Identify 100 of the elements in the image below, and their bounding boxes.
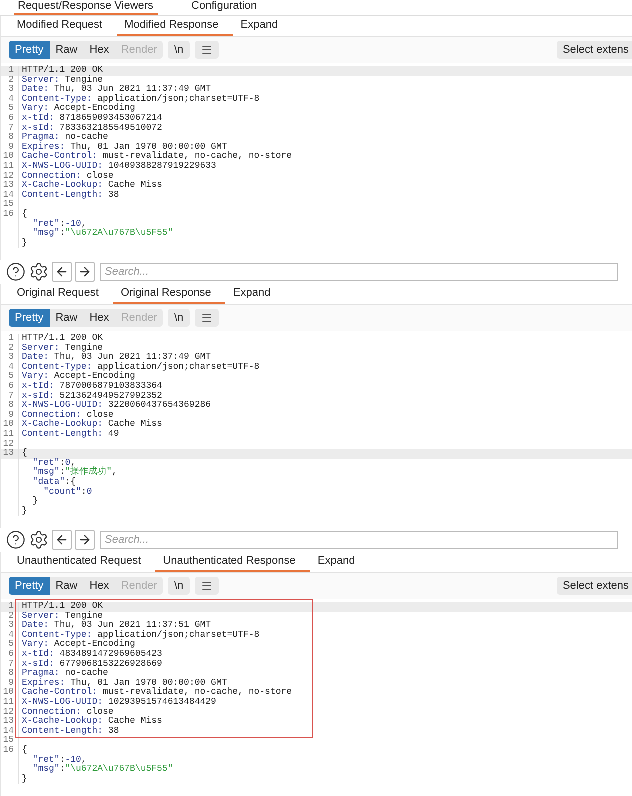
tab[interactable]: Configuration bbox=[188, 0, 261, 15]
code-line: } bbox=[21, 506, 28, 516]
tab[interactable]: Modified Request bbox=[9, 16, 117, 36]
line-number: 10 bbox=[1, 152, 19, 162]
back-button[interactable] bbox=[52, 262, 72, 282]
code-line: "ret":-10, bbox=[32, 756, 87, 764]
help-icon[interactable] bbox=[6, 530, 26, 550]
line-number: 14 bbox=[1, 726, 19, 736]
settings-icon[interactable] bbox=[29, 262, 49, 282]
line-number: 13 bbox=[1, 449, 19, 459]
line-number: 11 bbox=[1, 162, 19, 172]
line-number: 12 bbox=[1, 708, 19, 718]
code-line: } bbox=[32, 497, 38, 507]
forward-button[interactable] bbox=[75, 530, 95, 550]
line-number: 11 bbox=[1, 698, 19, 708]
code-line: X-NWS-LOG-UUID: 10409388287919229633 bbox=[21, 162, 216, 172]
view-mode-button[interactable]: Raw bbox=[50, 309, 84, 327]
code-line: x-tId: 4834891472969605423 bbox=[21, 650, 162, 660]
line-number: 1 bbox=[1, 334, 19, 344]
menu-button[interactable] bbox=[194, 41, 219, 59]
line-number: 4 bbox=[1, 630, 19, 640]
code-line: Vary: Accept-Encoding bbox=[21, 640, 136, 650]
select-extension-button[interactable]: Select extens bbox=[556, 577, 632, 595]
newline-toggle-button[interactable]: \n bbox=[168, 577, 190, 595]
line-number: 14 bbox=[1, 190, 19, 200]
view-mode-button[interactable]: Raw bbox=[50, 41, 84, 59]
code-line: "msg":"\u672A\u767B\u5F55" bbox=[32, 229, 174, 239]
line-number: 15 bbox=[1, 736, 19, 746]
code-line: { bbox=[21, 449, 28, 459]
view-mode-button[interactable]: Pretty bbox=[9, 41, 50, 59]
code-line: X-NWS-LOG-UUID: 3220060437654369286 bbox=[21, 401, 212, 410]
line-number: 8 bbox=[1, 669, 19, 679]
code-line: x-sId: 5213624949527992352 bbox=[21, 392, 162, 401]
line-number: 1 bbox=[1, 602, 19, 612]
view-mode-button[interactable]: Hex bbox=[84, 41, 116, 59]
menu-icon bbox=[200, 580, 213, 592]
view-mode-button[interactable]: Raw bbox=[50, 577, 84, 595]
view-mode-button[interactable]: Pretty bbox=[9, 577, 50, 595]
code-line: Date: Thu, 03 Jun 2021 11:37:49 GMT bbox=[21, 353, 212, 362]
code-line: Content-Type: application/json;charset=UTF-8 bbox=[21, 630, 260, 640]
code-line: x-sId: 6779068153226928669 bbox=[21, 660, 162, 669]
help-icon[interactable] bbox=[6, 262, 26, 282]
code-line: } bbox=[21, 774, 28, 784]
line-number: 16 bbox=[1, 746, 19, 756]
back-button[interactable] bbox=[52, 530, 72, 550]
line-number: 13 bbox=[1, 717, 19, 727]
code-line: X-Cache-Lookup: Cache Miss bbox=[21, 420, 162, 430]
code-line: Content-Length: 49 bbox=[21, 430, 120, 440]
search-field[interactable]: Search... bbox=[100, 263, 618, 281]
search-field[interactable]: Search... bbox=[100, 531, 618, 549]
code-line: } bbox=[21, 238, 28, 248]
code-line: x-sId: 7833632185549510072 bbox=[21, 124, 162, 133]
line-number: 9 bbox=[1, 410, 19, 420]
code-line: Connection: close bbox=[21, 410, 114, 420]
line-number: 12 bbox=[1, 172, 19, 182]
tab[interactable]: Unauthenticated Request bbox=[9, 552, 156, 572]
view-mode-button[interactable]: Pretty bbox=[9, 309, 50, 327]
tab[interactable]: Request/Response Viewers bbox=[14, 0, 158, 15]
line-number: 16 bbox=[1, 210, 19, 220]
arrow-left-icon bbox=[55, 265, 69, 279]
code-line: Server: Tengine bbox=[21, 612, 104, 621]
line-number: 5 bbox=[1, 640, 19, 650]
code-line: Content-Type: application/json;charset=UTF-8 bbox=[21, 362, 260, 372]
code-line: "ret":0, bbox=[32, 458, 76, 468]
line-number: 6 bbox=[1, 382, 19, 392]
forward-button[interactable] bbox=[75, 262, 95, 282]
line-number: 7 bbox=[1, 392, 19, 402]
code-line: x-tId: 7870006879103833364 bbox=[21, 382, 162, 392]
code-line: HTTP/1.1 200 OK bbox=[21, 602, 104, 612]
line-number: 3 bbox=[1, 353, 19, 363]
menu-icon bbox=[200, 312, 213, 324]
line-number: 2 bbox=[1, 612, 19, 622]
code-line: X-NWS-LOG-UUID: 10293951574613484429 bbox=[21, 698, 216, 708]
code-line: Content-Type: application/json;charset=UTF-8 bbox=[21, 94, 260, 104]
line-number: 6 bbox=[1, 114, 19, 124]
tab[interactable]: Expand bbox=[225, 284, 285, 304]
code-line: Vary: Accept-Encoding bbox=[21, 372, 136, 382]
newline-toggle-button[interactable]: \n bbox=[168, 309, 190, 327]
code-line: Server: Tengine bbox=[21, 76, 104, 85]
line-number: 3 bbox=[1, 85, 19, 95]
view-mode-button[interactable]: Hex bbox=[84, 577, 116, 595]
code-line: Content-Length: 38 bbox=[21, 726, 120, 736]
view-mode-button[interactable]: Hex bbox=[84, 309, 116, 327]
line-number: 11 bbox=[1, 430, 19, 440]
code-line: Expires: Thu, 01 Jan 1970 00:00:00 GMT bbox=[21, 678, 228, 688]
line-number: 4 bbox=[1, 94, 19, 104]
select-extension-button[interactable]: Select extens bbox=[556, 41, 632, 59]
newline-toggle-button[interactable]: \n bbox=[168, 41, 190, 59]
tab[interactable]: Expand bbox=[310, 552, 370, 572]
line-number: 10 bbox=[1, 688, 19, 698]
code-line: "data":{ bbox=[32, 478, 76, 488]
tab[interactable]: Original Request bbox=[9, 284, 113, 304]
menu-button[interactable] bbox=[194, 309, 219, 327]
line-number: 15 bbox=[1, 200, 19, 210]
settings-icon[interactable] bbox=[29, 530, 49, 550]
tab[interactable]: Expand bbox=[232, 16, 292, 36]
menu-button[interactable] bbox=[194, 577, 219, 595]
arrow-right-icon bbox=[78, 265, 92, 279]
code-line: Connection: close bbox=[21, 708, 114, 717]
code-line: Cache-Control: must-revalidate, no-cache, no-store bbox=[21, 688, 292, 698]
